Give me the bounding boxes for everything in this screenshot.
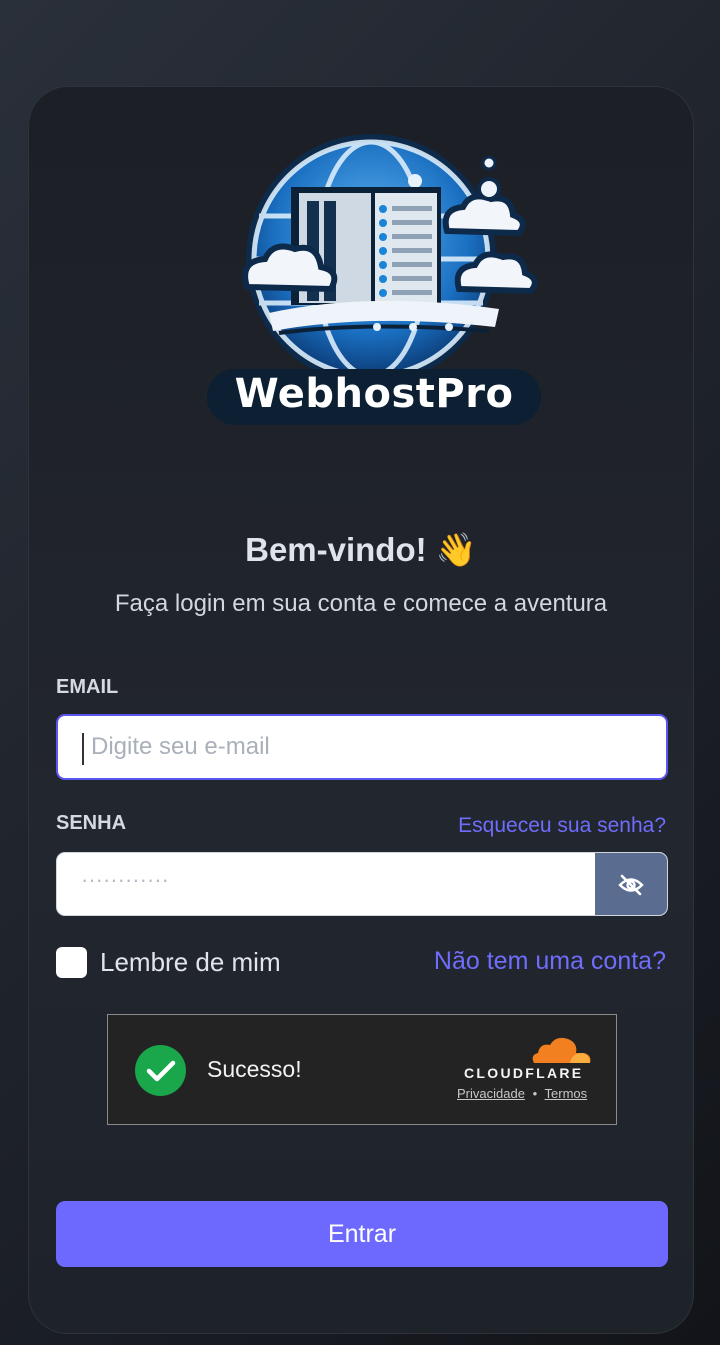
remember-me-label: Lembre de mim (100, 947, 281, 977)
logo-wordmark: WebhostPro (234, 371, 514, 417)
webhostpro-logo: WebhostPro (199, 131, 549, 431)
captcha-links: Privacidade • Termos (457, 1086, 587, 1101)
password-label: SENHA (56, 812, 127, 834)
email-placeholder: Digite seu e-mail (91, 733, 270, 760)
email-label: EMAIL (56, 676, 119, 698)
cloudflare-wordmark: CLOUDFLARE (464, 1065, 584, 1081)
cloudflare-turnstile[interactable]: Sucesso! CLOUDFLARE Privacidade • Termos (107, 1014, 617, 1125)
login-card: WebhostPro Bem-vindo! 👋 Faça login em su… (28, 86, 694, 1334)
forgot-password-link[interactable]: Esqueceu sua senha? (458, 814, 666, 838)
captcha-privacy-link[interactable]: Privacidade (457, 1086, 525, 1101)
eye-off-icon (618, 874, 644, 896)
login-submit-button[interactable]: Entrar (56, 1201, 668, 1267)
signup-link[interactable]: Não tem uma conta? (434, 947, 666, 976)
welcome-subtitle: Faça login em sua conta e comece a avent… (114, 590, 608, 617)
captcha-status: Sucesso! (207, 1056, 302, 1082)
password-field[interactable]: ············ (56, 852, 668, 916)
captcha-separator: • (532, 1086, 538, 1101)
password-placeholder: ············ (81, 867, 169, 892)
cloudflare-cloud-icon (532, 1037, 591, 1063)
text-caret (82, 733, 84, 765)
remember-me-checkbox[interactable] (56, 947, 87, 978)
email-field[interactable]: Digite seu e-mail (56, 714, 668, 780)
captcha-terms-link[interactable]: Termos (545, 1086, 588, 1101)
welcome-heading: Bem-vindo! 👋 (245, 531, 477, 568)
check-circle-icon (135, 1045, 186, 1096)
toggle-password-button[interactable] (595, 853, 667, 915)
